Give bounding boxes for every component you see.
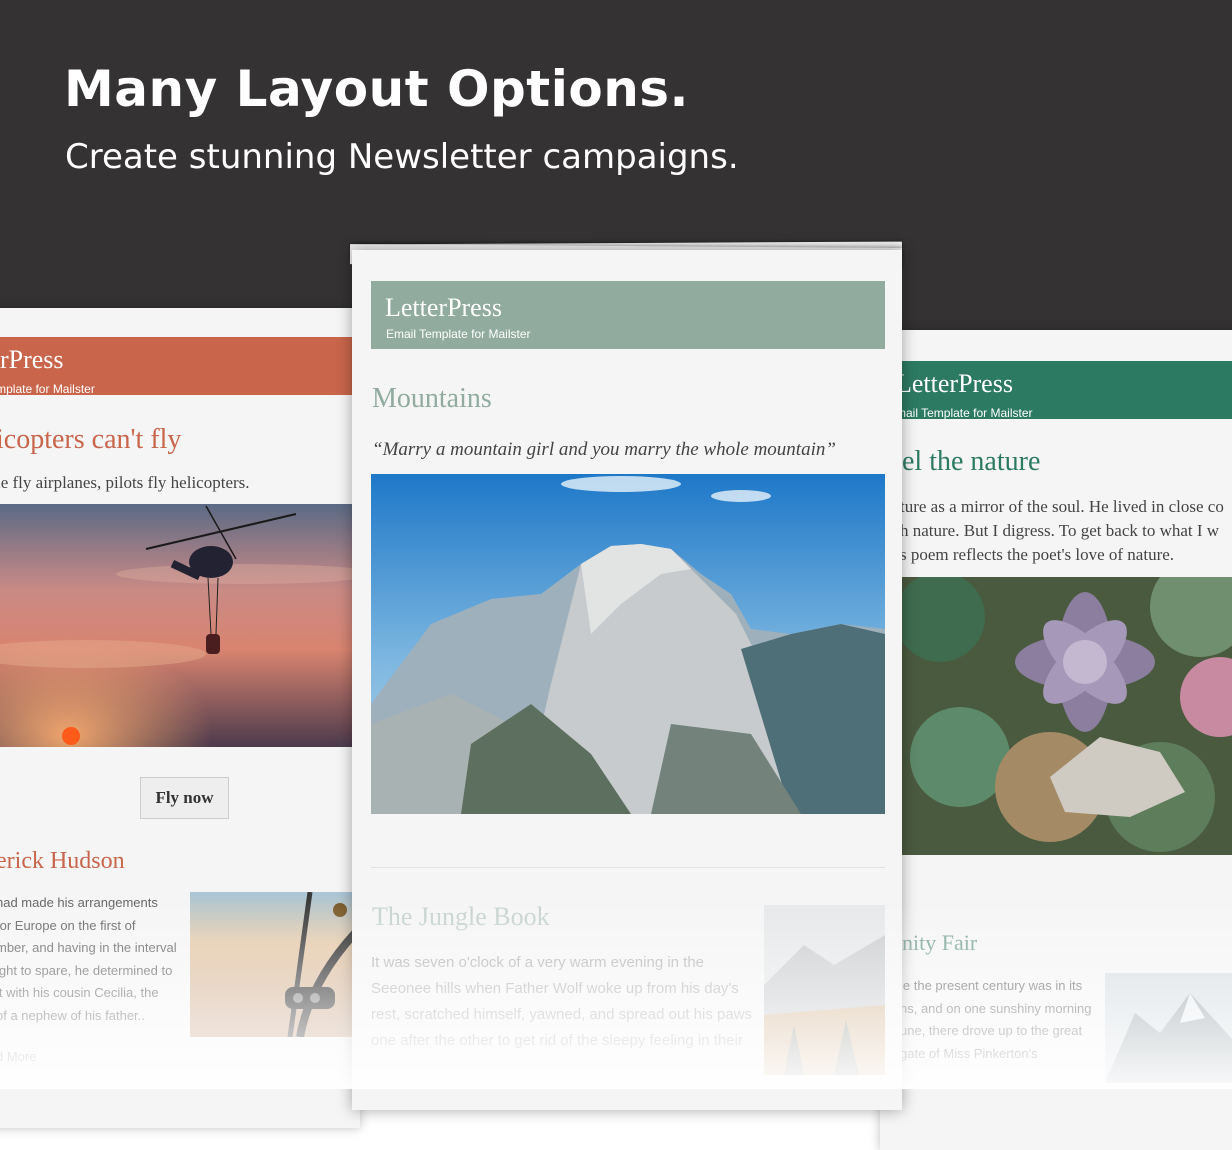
text-line: for Europe on the first of [0, 917, 136, 933]
card-header-band: LetterPress Email Template for Mailster [371, 281, 885, 349]
forest-thumb [764, 905, 885, 1075]
text-line: of a nephew of his father.. [0, 1007, 145, 1023]
brand-name: tterPress [0, 345, 64, 374]
text-line: une, there drove up to the great [900, 1023, 1083, 1038]
brand-tagline: mail Template for Mailster [896, 406, 1033, 420]
brand-name: LetterPress [896, 369, 1013, 398]
mountain-photo [371, 474, 885, 814]
card-header-band: tterPress il Template for Mailster [0, 337, 354, 396]
fly-now-button[interactable]: Fly now [140, 777, 229, 819]
article-quote: “Marry a mountain girl and you marry the… [372, 439, 836, 460]
section-text: le the present century was in its ns, an… [900, 975, 1092, 1065]
section-title: nity Fair [902, 930, 978, 955]
text-line: ight to spare, he determined to [0, 962, 173, 978]
hero-title: Many Layout Options. [64, 60, 690, 118]
article-lead: le fly airplanes, pilots fly helicopters… [0, 473, 250, 492]
section-title: erick Hudson [0, 848, 125, 874]
text-line: it with his cousin Cecilia, the [0, 985, 159, 1000]
read-more-link[interactable]: d More [0, 1046, 36, 1069]
section-text: had made his arrangements for Europe on … [0, 892, 186, 1027]
brand-tagline: Email Template for Mailster [386, 327, 531, 341]
section-title: The Jungle Book [372, 902, 550, 931]
text-line: h nature. But I digress. To get back to … [900, 521, 1220, 540]
section-divider [371, 867, 885, 868]
text-line: It was seven o'clock of a very warm even… [371, 954, 705, 971]
text-line: le the present century was in its [900, 978, 1083, 993]
text-line: gate of Miss Pinkerton's [900, 1045, 1038, 1061]
text-line: ture as a mirror of the soul. He lived i… [900, 497, 1224, 516]
cockpit-photo [190, 892, 356, 1037]
section-text: It was seven o'clock of a very warm even… [371, 950, 753, 1054]
text-line: mber, and having in the interval [0, 940, 177, 955]
text-line: ns, and on one sunshiny morning [900, 1000, 1092, 1016]
card-header-band: LetterPress mail Template for Mailster [884, 361, 1232, 420]
brand-name: LetterPress [385, 293, 502, 322]
newsletter-card-left: tterPress il Template for Mailster icopt… [0, 308, 360, 1128]
text-line: had made his arrangements [0, 895, 158, 910]
text-line: s poem reflects the poet's love of natur… [900, 545, 1175, 564]
helicopter-photo [0, 504, 356, 747]
text-line: one after the other to get rid of the sl… [371, 1032, 743, 1049]
text-line: Seeonee hills when Father Wolf woke up f… [371, 980, 739, 997]
article-headline: el the nature [902, 446, 1041, 477]
article-lead: ture as a mirror of the soul. He lived i… [900, 495, 1232, 567]
newsletter-card-right: LetterPress mail Template for Mailster e… [880, 330, 1232, 1150]
mountain-thumb [1105, 973, 1232, 1083]
article-headline: icopters can't fly [0, 424, 182, 455]
hero-subtitle: Create stunning Newsletter campaigns. [65, 137, 739, 177]
text-line: rest, scratched himself, yawned, and spr… [371, 1006, 753, 1023]
newsletter-card-center: LetterPress Email Template for Mailster … [352, 250, 902, 1110]
article-headline: Mountains [372, 383, 492, 414]
succulent-photo [900, 577, 1232, 855]
brand-tagline: il Template for Mailster [0, 382, 95, 396]
